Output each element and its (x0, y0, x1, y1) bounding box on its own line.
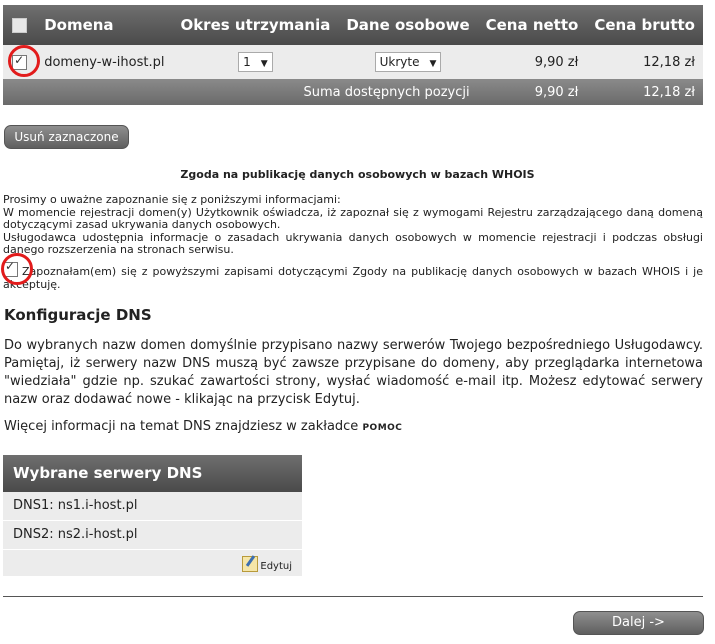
dns-heading: Konfiguracje DNS (4, 306, 152, 324)
edit-dns-button[interactable]: Edytuj (242, 556, 292, 572)
dns-more-text: Więcej informacji na temat DNS znajdzies… (4, 419, 359, 434)
personal-data-select[interactable]: Ukryte ▼ (374, 52, 442, 72)
sum-gross: 12,18 zł (586, 79, 703, 105)
help-link[interactable]: POMOC (362, 423, 402, 433)
edit-label: Edytuj (260, 561, 292, 572)
dns-description: Do wybranych nazw domen domyślnie przypi… (4, 338, 703, 407)
dns-more-info: Więcej informacji na temat DNS znajdzies… (4, 419, 402, 434)
period-value: 1 (243, 55, 251, 69)
highlight-circle-row (8, 45, 40, 77)
next-button[interactable]: Dalej -> (573, 611, 704, 635)
edit-icon (242, 556, 259, 572)
row-personal-cell: Ukryte ▼ (338, 45, 478, 79)
dns-server-row: DNS2: ns2.i-host.pl (3, 521, 302, 550)
col-personal: Dane osobowe (338, 5, 478, 45)
select-all-cell (3, 5, 37, 45)
row-domain: domeny-w-ihost.pl (36, 45, 173, 79)
dns-box-footer: Edytuj (3, 550, 302, 576)
consent-p1: W momencie rejestracji domen(y) Użytkown… (3, 205, 703, 231)
col-gross: Cena brutto (586, 5, 703, 45)
highlight-circle-consent (1, 253, 33, 285)
cart-sum-row: Suma dostępnych pozycji 9,90 zł 12,18 zł (3, 79, 703, 105)
row-gross-price: 12,18 zł (586, 45, 703, 79)
period-select[interactable]: 1 ▼ (238, 52, 273, 72)
col-period: Okres utrzymania (172, 5, 339, 45)
col-domain: Domena (36, 5, 173, 45)
cart-header-row: Domena Okres utrzymania Dane osobowe Cen… (3, 5, 703, 45)
personal-value: Ukryte (379, 55, 420, 69)
row-period-cell: 1 ▼ (172, 45, 339, 79)
select-all-checkbox[interactable] (12, 18, 28, 33)
row-net-price: 9,90 zł (477, 45, 587, 79)
col-net: Cena netto (477, 5, 587, 45)
cart-table-wrap: Domena Okres utrzymania Dane osobowe Cen… (3, 5, 703, 105)
remove-selected-button[interactable]: Usuń zaznaczone (4, 125, 129, 149)
consent-agree-text: Zapoznałam(em) się z powyższymi zapisami… (3, 265, 703, 291)
consent-title: Zgoda na publikację danych osobowych w b… (180, 168, 535, 181)
consent-intro: Prosimy o uważne zapoznanie się z poniżs… (3, 193, 341, 206)
chevron-down-icon: ▼ (429, 59, 437, 69)
sum-net: 9,90 zł (477, 79, 587, 105)
dns-servers-box: Wybrane serwery DNS DNS1: ns1.i-host.pl … (3, 455, 302, 576)
dns-box-title: Wybrane serwery DNS (3, 455, 302, 492)
consent-p2: Usługodawca udostępnia informacje o zasa… (3, 230, 703, 256)
dns-server-row: DNS1: ns1.i-host.pl (3, 492, 302, 521)
divider (3, 596, 703, 597)
cart-table: Domena Okres utrzymania Dane osobowe Cen… (3, 5, 703, 105)
sum-label: Suma dostępnych pozycji (3, 79, 478, 105)
consent-info: Prosimy o uważne zapoznanie się z poniżs… (3, 193, 703, 257)
consent-agree: Zapoznałam(em) się z powyższymi zapisami… (3, 260, 703, 291)
chevron-down-icon: ▼ (260, 59, 268, 69)
cart-row: domeny-w-ihost.pl 1▼ Ukryte▼ 9,90 zł 12,… (3, 45, 703, 79)
